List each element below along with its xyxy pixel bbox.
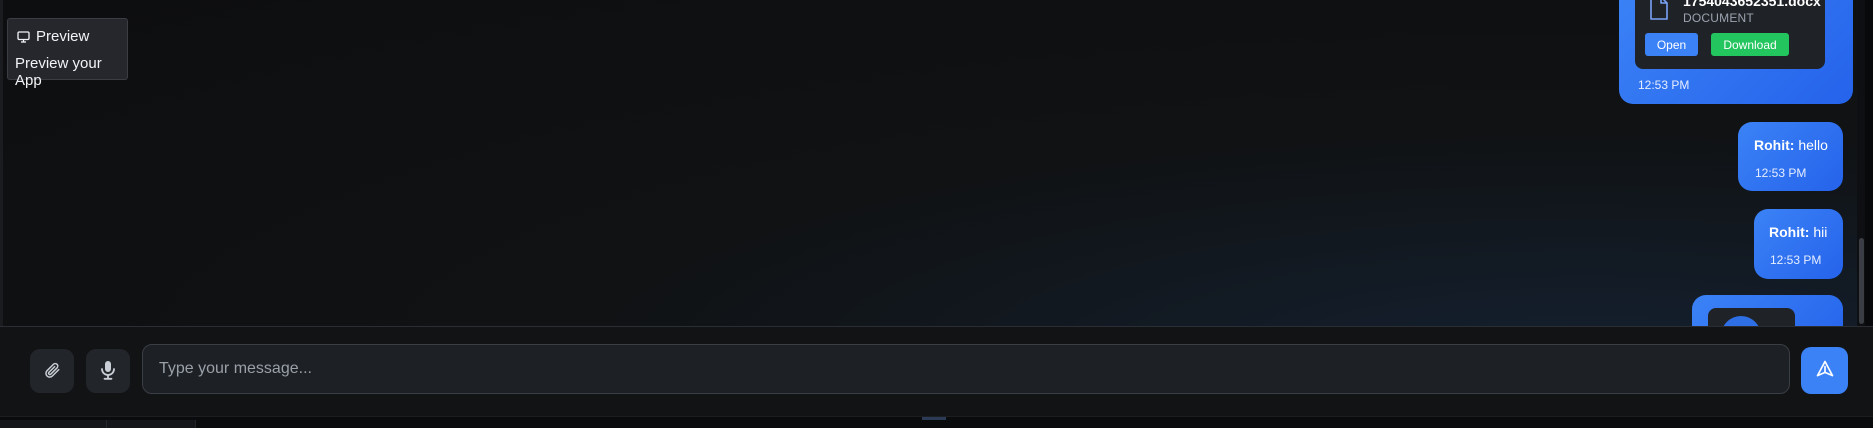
- send-icon: [1815, 359, 1835, 382]
- preview-tooltip-title: Preview: [36, 28, 90, 45]
- message-body: Rohit: hello: [1754, 137, 1828, 153]
- message-body: Rohit: hii: [1769, 224, 1827, 240]
- message-input[interactable]: [142, 344, 1790, 394]
- resize-handle[interactable]: [922, 417, 946, 420]
- message-sender: Rohit:: [1754, 137, 1795, 153]
- bottom-taskbar: [0, 416, 1873, 428]
- attach-button[interactable]: [30, 349, 74, 393]
- message-time: 12:53 PM: [1638, 78, 1690, 92]
- message-text-content: hello: [1798, 137, 1828, 153]
- file-icon: [1649, 0, 1669, 25]
- message-attachment: [1692, 295, 1843, 326]
- message-sender: Rohit:: [1769, 224, 1810, 240]
- message-text-content: hii: [1813, 224, 1828, 240]
- message-list[interactable]: Preview Preview your App 1754043652351.d…: [3, 0, 1865, 326]
- play-icon[interactable]: [1721, 316, 1761, 326]
- taskbar-segment[interactable]: [107, 420, 196, 428]
- document-file-name: 1754043652351.docx: [1683, 0, 1821, 9]
- message-text: Rohit: hello 12:53 PM: [1738, 122, 1843, 191]
- message-document: 1754043652351.docx DOCUMENT Open Downloa…: [1619, 0, 1853, 104]
- taskbar-segment[interactable]: [0, 420, 107, 428]
- monitor-icon: [17, 30, 30, 43]
- download-document-button[interactable]: Download: [1711, 33, 1789, 56]
- preview-tooltip-header: Preview: [17, 28, 89, 45]
- paperclip-icon: [43, 361, 61, 382]
- message-time: 12:53 PM: [1755, 166, 1807, 180]
- send-button[interactable]: [1801, 347, 1848, 394]
- document-card: 1754043652351.docx DOCUMENT Open Downloa…: [1635, 0, 1825, 69]
- message-composer: [0, 326, 1873, 416]
- microphone-icon: [99, 360, 117, 383]
- preview-tooltip[interactable]: Preview Preview your App: [7, 18, 128, 89]
- message-text: Rohit: hii 12:53 PM: [1754, 209, 1843, 279]
- document-file-type: DOCUMENT: [1683, 11, 1754, 25]
- scrollbar-thumb[interactable]: [1859, 238, 1864, 324]
- attachment-card: [1708, 308, 1795, 326]
- preview-tooltip-subtitle: Preview your App: [15, 55, 102, 89]
- panel-border: [0, 0, 3, 326]
- message-time: 12:53 PM: [1770, 253, 1822, 267]
- chat-app: Preview Preview your App 1754043652351.d…: [0, 0, 1873, 428]
- open-document-button[interactable]: Open: [1645, 33, 1698, 56]
- voice-record-button[interactable]: [86, 349, 130, 393]
- scrollbar-track[interactable]: [1857, 0, 1865, 326]
